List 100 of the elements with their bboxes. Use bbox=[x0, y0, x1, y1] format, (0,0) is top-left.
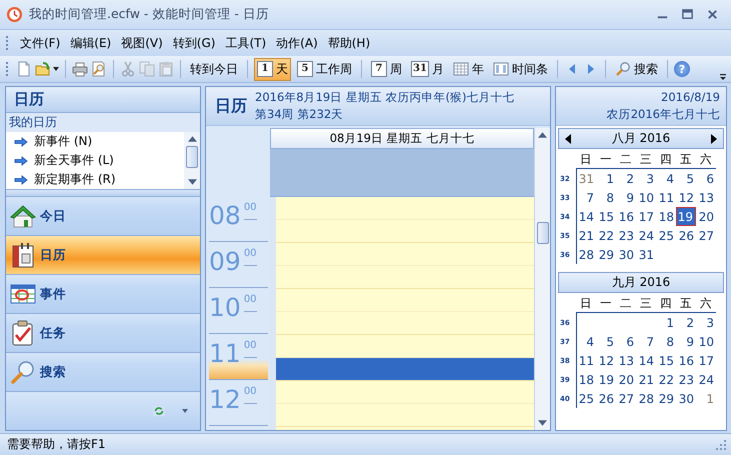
refresh-icon[interactable] bbox=[152, 404, 166, 418]
calendar-day[interactable]: 14 bbox=[636, 351, 656, 370]
calendar-day[interactable]: 11 bbox=[576, 351, 596, 370]
calendar-day[interactable]: 21 bbox=[636, 370, 656, 389]
calendar-day[interactable]: 25 bbox=[656, 226, 676, 245]
calendar-day[interactable]: 22 bbox=[656, 370, 676, 389]
calendar-day[interactable]: 6 bbox=[696, 169, 716, 188]
calendar-day[interactable]: 30 bbox=[616, 245, 636, 264]
action-link[interactable]: 新全天事件 (L) bbox=[6, 151, 184, 170]
calendar-day[interactable]: 1 bbox=[656, 313, 676, 332]
scrollbar[interactable] bbox=[184, 132, 200, 189]
calendar-day[interactable]: 30 bbox=[676, 389, 696, 408]
calendar-day[interactable]: 23 bbox=[676, 370, 696, 389]
go-to-today-button[interactable]: 转到今日 bbox=[187, 58, 241, 80]
calendar-day[interactable]: 28 bbox=[636, 389, 656, 408]
nav-button[interactable]: 今日 bbox=[6, 196, 200, 235]
calendar-day[interactable]: 2 bbox=[676, 313, 696, 332]
calendar-day[interactable]: 12 bbox=[596, 351, 616, 370]
calendar-day[interactable]: 10 bbox=[696, 332, 716, 351]
scroll-thumb[interactable] bbox=[536, 222, 548, 244]
view-button[interactable]: 1 天 bbox=[254, 58, 291, 80]
view-button[interactable]: 年 bbox=[450, 58, 487, 80]
calendar-day[interactable]: 28 bbox=[576, 245, 596, 264]
calendar-day[interactable]: 25 bbox=[576, 389, 596, 408]
calendar-day[interactable]: 1 bbox=[696, 389, 716, 408]
calendar-day[interactable]: 4 bbox=[576, 332, 596, 351]
calendar-day[interactable]: 1 bbox=[596, 169, 616, 188]
scroll-down-icon[interactable] bbox=[188, 179, 196, 185]
view-button[interactable]: 时间条 bbox=[490, 58, 551, 80]
nav-button[interactable]: 搜索 bbox=[6, 352, 200, 391]
calendar-day[interactable]: 13 bbox=[696, 188, 716, 207]
calendar-day[interactable]: 19 bbox=[596, 370, 616, 389]
search-button[interactable]: 搜索 bbox=[612, 58, 661, 80]
print-preview-icon[interactable] bbox=[91, 61, 107, 77]
calendar-day[interactable]: 7 bbox=[576, 188, 596, 207]
close-icon[interactable] bbox=[706, 8, 719, 21]
calendar-day[interactable]: 20 bbox=[616, 370, 636, 389]
menu-item[interactable]: 文件(F) bbox=[17, 32, 64, 54]
calendar-day[interactable]: 17 bbox=[636, 207, 656, 226]
calendar-day[interactable]: 15 bbox=[596, 207, 616, 226]
calendar-day[interactable]: 14 bbox=[576, 207, 596, 226]
calendar-day[interactable]: 29 bbox=[596, 245, 616, 264]
nav-button[interactable]: 任务 bbox=[6, 313, 200, 352]
menu-item[interactable]: 帮助(H) bbox=[324, 32, 374, 54]
calendar-day[interactable]: 21 bbox=[576, 226, 596, 245]
calendar-day[interactable]: 18 bbox=[576, 370, 596, 389]
calendar-day[interactable]: 23 bbox=[616, 226, 636, 245]
time-slot[interactable] bbox=[276, 358, 534, 381]
scroll-down-icon[interactable] bbox=[538, 420, 547, 426]
calendar-day[interactable]: 5 bbox=[596, 332, 616, 351]
calendar-day[interactable]: 10 bbox=[636, 188, 656, 207]
previous-month-icon[interactable] bbox=[565, 134, 571, 144]
calendar-day[interactable]: 3 bbox=[636, 169, 656, 188]
calendar-day[interactable]: 7 bbox=[636, 332, 656, 351]
calendar-day[interactable]: 31 bbox=[576, 169, 596, 188]
calendar-day[interactable]: 5 bbox=[676, 169, 696, 188]
maximize-icon[interactable] bbox=[681, 8, 694, 21]
calendar-day[interactable]: 20 bbox=[696, 207, 716, 226]
calendar-day[interactable]: 16 bbox=[676, 351, 696, 370]
nav-button[interactable]: 日历 bbox=[6, 235, 200, 274]
calendar-day[interactable]: 24 bbox=[696, 370, 716, 389]
calendar-day[interactable]: 27 bbox=[616, 389, 636, 408]
scrollbar[interactable] bbox=[534, 128, 550, 430]
nav-button[interactable]: 事件 bbox=[6, 274, 200, 313]
menu-item[interactable]: 转到(G) bbox=[170, 32, 218, 54]
calendar-day[interactable]: 4 bbox=[656, 169, 676, 188]
scroll-up-icon[interactable] bbox=[188, 136, 196, 142]
view-button[interactable]: 31 月 bbox=[408, 58, 447, 80]
calendar-day[interactable]: 2 bbox=[616, 169, 636, 188]
calendar-day[interactable]: 13 bbox=[616, 351, 636, 370]
calendar-day[interactable]: 22 bbox=[596, 226, 616, 245]
printer-icon[interactable] bbox=[72, 61, 88, 77]
calendar-day[interactable]: 12 bbox=[676, 188, 696, 207]
calendar-day[interactable]: 8 bbox=[596, 188, 616, 207]
calendar-day[interactable]: 31 bbox=[636, 245, 656, 264]
action-link[interactable]: 新事件 (N) bbox=[6, 132, 184, 151]
scroll-up-icon[interactable] bbox=[538, 132, 547, 138]
resize-grip-icon[interactable] bbox=[715, 438, 727, 450]
calendar-day[interactable]: 15 bbox=[656, 351, 676, 370]
calendar-day[interactable]: 17 bbox=[696, 351, 716, 370]
new-document-icon[interactable] bbox=[16, 61, 32, 77]
calendar-day[interactable]: 24 bbox=[636, 226, 656, 245]
calendar-day[interactable]: 3 bbox=[696, 313, 716, 332]
calendar-day[interactable]: 19 bbox=[676, 207, 696, 226]
calendar-day[interactable]: 9 bbox=[616, 188, 636, 207]
calendar-day[interactable]: 8 bbox=[656, 332, 676, 351]
scroll-thumb[interactable] bbox=[186, 146, 198, 168]
menu-item[interactable]: 编辑(E) bbox=[67, 32, 114, 54]
calendar-day[interactable]: 16 bbox=[616, 207, 636, 226]
calendar-day[interactable]: 6 bbox=[616, 332, 636, 351]
calendar-day[interactable]: 9 bbox=[676, 332, 696, 351]
calendar-day[interactable]: 26 bbox=[596, 389, 616, 408]
menu-item[interactable]: 视图(V) bbox=[118, 32, 166, 54]
view-button[interactable]: 5 工作周 bbox=[294, 58, 355, 80]
open-button[interactable] bbox=[35, 61, 59, 77]
action-link[interactable]: 新定期事件 (R) bbox=[6, 170, 184, 189]
view-button[interactable]: 7 周 bbox=[368, 58, 405, 80]
splitter-handle[interactable] bbox=[6, 190, 200, 196]
calendar-day[interactable]: 26 bbox=[676, 226, 696, 245]
menu-item[interactable]: 工具(T) bbox=[222, 32, 270, 54]
